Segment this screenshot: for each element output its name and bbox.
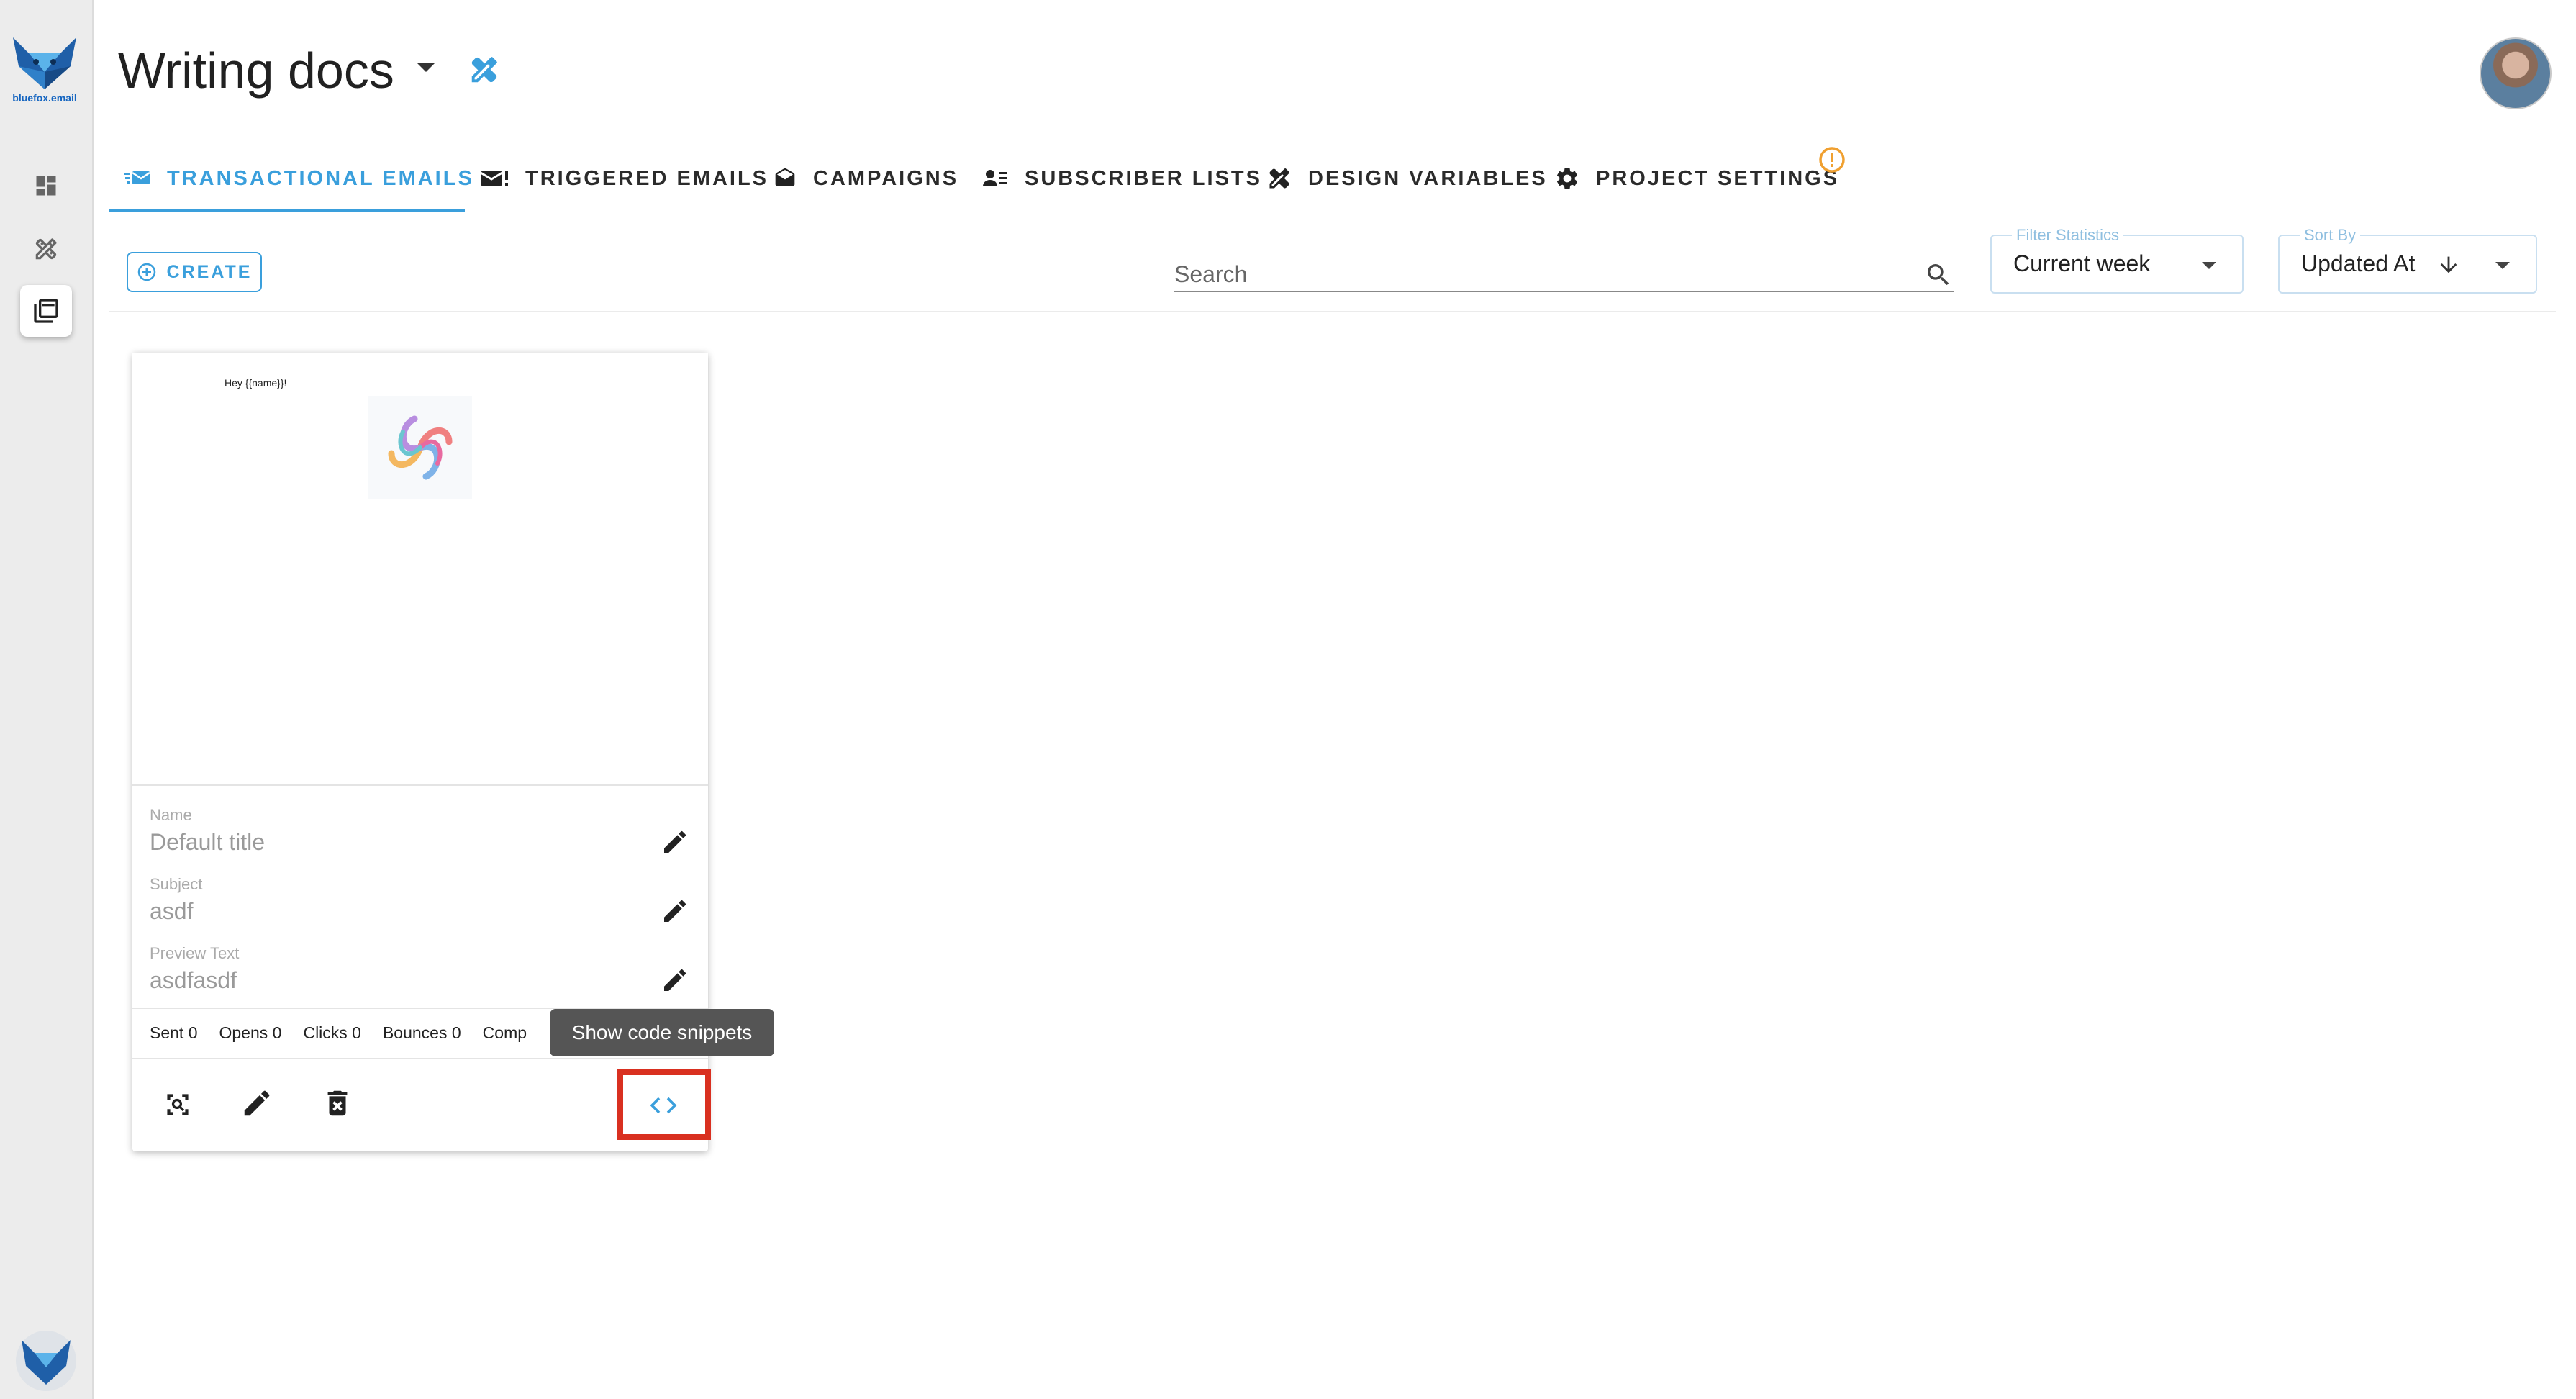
edit-pencil-icon[interactable] (240, 1087, 273, 1123)
warning-icon[interactable] (1818, 145, 1846, 178)
chevron-down-icon (2494, 261, 2511, 274)
preview-greeting: Hey {{name}}! (225, 377, 287, 389)
stat-sent: Sent 0 (150, 1023, 198, 1042)
delete-trash-icon[interactable] (321, 1087, 354, 1123)
search-icon[interactable] (1924, 261, 1953, 293)
sort-by-value: Updated At (2301, 250, 2416, 276)
subscriber-lists-icon (983, 168, 1009, 189)
tab-label: TRIGGERED EMAILS (525, 166, 769, 190)
toolbar-divider (109, 311, 2556, 312)
tab-label: CAMPAIGNS (813, 166, 959, 190)
stat-bounces: Bounces 0 (382, 1023, 461, 1042)
sort-by-select[interactable]: Sort By Updated At (2278, 226, 2537, 294)
transactional-email-icon (124, 168, 151, 189)
preview-text-value: asdfasdf (150, 967, 237, 993)
edit-name-pencil-icon[interactable] (661, 828, 689, 860)
name-label: Name (150, 806, 192, 824)
logo-wordmark: bluefox.email (12, 92, 77, 104)
active-tab-indicator (109, 209, 465, 212)
campaigns-icon (773, 167, 797, 190)
design-variables-icon (1266, 166, 1292, 191)
chevron-down-icon (2200, 261, 2218, 274)
stat-complaints: Comp (482, 1023, 527, 1042)
project-design-icon[interactable] (468, 53, 501, 90)
tab-triggered-emails[interactable]: TRIGGERED EMAILS (481, 148, 768, 209)
edit-subject-pencil-icon[interactable] (661, 897, 689, 929)
tab-project-settings[interactable]: PROJECT SETTINGS (1554, 148, 1839, 209)
dashboard-icon (36, 176, 56, 196)
tab-label: DESIGN VARIABLES (1308, 166, 1548, 190)
add-circle-icon (137, 262, 157, 282)
name-value: Default title (150, 829, 266, 855)
preview-swirl-image (368, 396, 472, 499)
workspace-avatar[interactable] (12, 1328, 81, 1393)
tab-campaigns[interactable]: CAMPAIGNS (773, 148, 958, 209)
stat-clicks: Clicks 0 (303, 1023, 361, 1042)
card-divider (132, 1058, 708, 1059)
search-field[interactable] (1174, 259, 1954, 292)
user-avatar[interactable] (2480, 37, 2552, 109)
code-snippets-icon[interactable] (643, 1090, 684, 1121)
email-stats: Sent 0 Opens 0 Clicks 0 Bounces 0 Comp (150, 1023, 548, 1043)
tab-subscriber-lists[interactable]: SUBSCRIBER LISTS (983, 148, 1262, 209)
email-preview[interactable]: Hey {{name}}! (132, 353, 708, 784)
tooltip: Show code snippets (550, 1009, 774, 1056)
edit-preview-text-pencil-icon[interactable] (661, 966, 689, 998)
preview-zoom-icon[interactable] (160, 1087, 196, 1126)
gear-icon (1554, 166, 1580, 191)
project-dropdown-caret-icon[interactable] (416, 62, 436, 77)
triggered-email-icon (481, 168, 509, 189)
sidebar: bluefox.email (0, 0, 94, 1399)
create-button[interactable]: CREATE (127, 252, 262, 292)
subject-label: Subject (150, 875, 203, 893)
tab-label: SUBSCRIBER LISTS (1025, 166, 1262, 190)
filter-statistics-label: Filter Statistics (2012, 226, 2124, 245)
sidebar-dashboard[interactable] (20, 160, 72, 212)
tab-design-variables[interactable]: DESIGN VARIABLES (1266, 148, 1548, 209)
create-label: CREATE (166, 261, 253, 282)
sidebar-design[interactable] (20, 223, 72, 275)
project-title[interactable]: Writing docs (118, 40, 394, 101)
search-input[interactable] (1174, 259, 1894, 289)
card-divider (132, 784, 708, 786)
filter-statistics-value: Current week (2013, 250, 2151, 276)
subject-value: asdf (150, 898, 194, 924)
filter-statistics-select[interactable]: Filter Statistics Current week (1990, 226, 2244, 294)
arrow-down-icon[interactable] (2436, 252, 2461, 281)
stat-opens: Opens 0 (219, 1023, 282, 1042)
sidebar-library[interactable] (20, 285, 72, 337)
sort-by-label: Sort By (2300, 226, 2361, 245)
tab-label: TRANSACTIONAL EMAILS (167, 166, 474, 190)
library-icon (34, 299, 58, 323)
tab-label: PROJECT SETTINGS (1596, 166, 1840, 190)
tab-transactional-emails[interactable]: TRANSACTIONAL EMAILS (124, 148, 474, 209)
design-tools-icon (35, 238, 57, 260)
preview-text-label: Preview Text (150, 944, 240, 962)
